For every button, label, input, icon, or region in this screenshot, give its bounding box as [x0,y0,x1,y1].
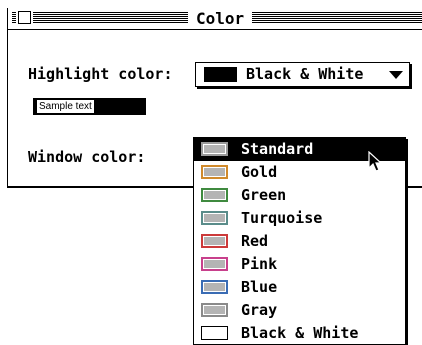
desktop: Color Highlight color: Black & White Sam… [0,0,422,345]
highlight-color-popup[interactable]: Black & White [195,62,410,87]
triangle-down-icon [389,71,403,79]
sample-text: Sample text [37,100,94,113]
color-swatch-icon [201,188,228,202]
highlight-color-value: Black & White [246,65,364,83]
title-bar[interactable]: Color [8,8,422,30]
color-swatch-icon [201,234,228,248]
window-color-label: Window color: [28,148,146,166]
window-color-option-label: Turquoise [241,209,323,227]
color-swatch-icon [201,303,228,317]
window-color-option[interactable]: Gray [194,299,405,322]
window-color-option[interactable]: Blue [194,276,405,299]
arrow-cursor-icon [368,151,383,172]
color-swatch-icon [201,257,228,271]
color-swatch-icon [201,142,228,156]
window-title: Color [188,9,253,28]
highlight-color-swatch [204,67,237,82]
window-color-option[interactable]: Red [194,230,405,253]
sample-text-preview: Sample text [33,98,146,115]
window-color-option[interactable]: Black & White [194,322,405,345]
window-color-option-label: Red [241,232,269,250]
window-color-option[interactable]: Pink [194,253,405,276]
window-color-option-label: Black & White [241,324,359,342]
window-color-option-label: Pink [241,255,278,273]
window-color-option-label: Gray [241,301,278,319]
color-swatch-icon [201,280,228,294]
window-color-option[interactable]: Green [194,184,405,207]
window-color-option-label: Gold [241,163,278,181]
window-color-option-label: Blue [241,278,278,296]
window-color-option[interactable]: Turquoise [194,207,405,230]
window-color-option-label: Standard [241,140,314,158]
color-swatch-icon [201,326,228,340]
close-box-icon[interactable] [18,11,31,24]
highlight-color-label: Highlight color: [28,65,173,83]
color-swatch-icon [201,211,228,225]
window-color-option-label: Green [241,186,287,204]
color-swatch-icon [201,165,228,179]
